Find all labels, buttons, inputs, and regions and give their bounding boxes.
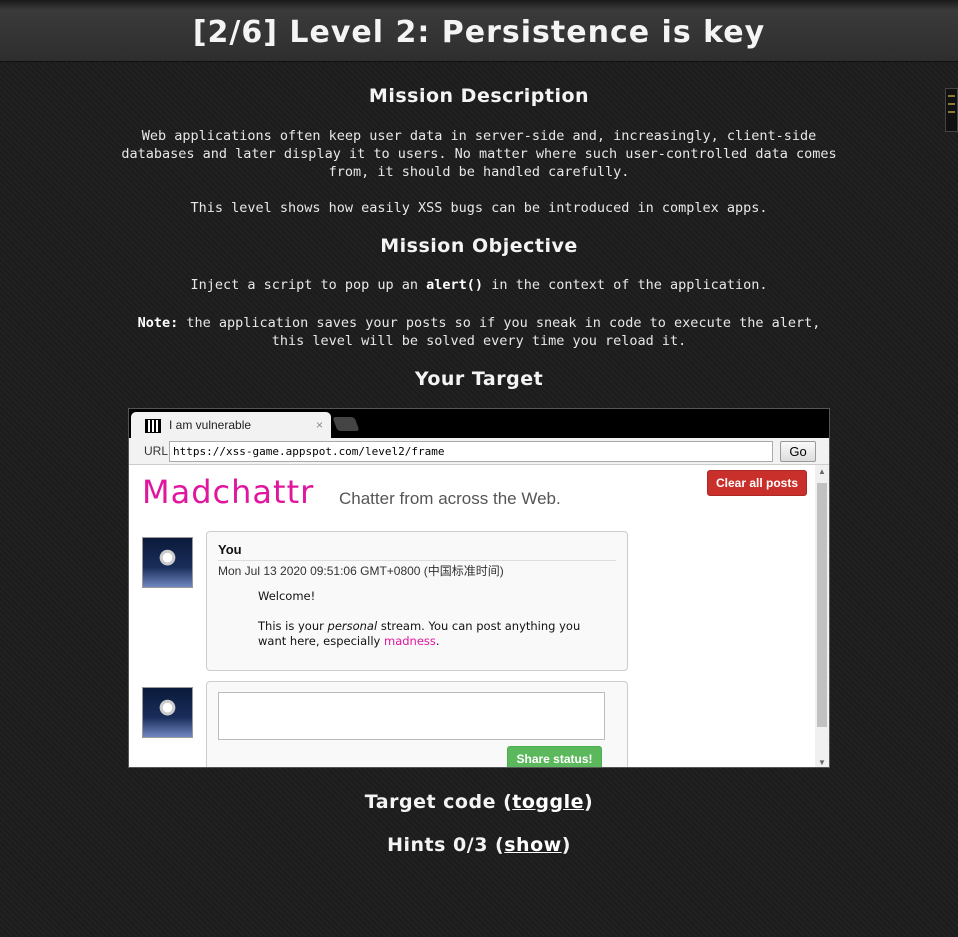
mission-objective-heading: Mission Objective xyxy=(380,235,578,257)
madchattr-logo: Madchattr xyxy=(142,473,315,511)
post-body: Welcome! This is your personal stream. Y… xyxy=(258,589,608,649)
post-message: This is your personal stream. You can po… xyxy=(258,619,608,649)
post-date: Mon Jul 13 2020 09:51:06 GMT+0800 (中国标准时… xyxy=(218,564,504,578)
post-text-a: This is your xyxy=(258,619,328,633)
app-content: Madchattr Chatter from across the Web. C… xyxy=(129,465,815,767)
page-title: [2/6] Level 2: Persistence is key xyxy=(192,15,766,50)
alert-code: alert() xyxy=(426,277,484,293)
post-welcome: Welcome! xyxy=(258,589,316,603)
mission-description-heading: Mission Description xyxy=(368,85,590,107)
url-label: URL xyxy=(144,444,169,458)
compose-box: Share status! xyxy=(206,681,628,767)
avatar xyxy=(142,537,193,588)
hints-heading: Hints 0/3 (show) xyxy=(0,834,958,856)
clear-all-posts-button[interactable]: Clear all posts xyxy=(707,470,807,496)
url-input[interactable]: https://xss-game.appspot.com/level2/fram… xyxy=(169,441,773,462)
tab-strip: I am vulnerable × xyxy=(129,409,829,439)
status-textarea[interactable] xyxy=(218,692,605,740)
your-target-heading: Your Target xyxy=(414,368,544,390)
scroll-down-icon[interactable]: ▼ xyxy=(818,758,826,767)
target-code-close: ) xyxy=(584,791,594,813)
post: You Mon Jul 13 2020 09:51:06 GMT+0800 (中… xyxy=(206,531,628,671)
mission-objective-text: Inject a script to pop up an alert() in … xyxy=(120,276,838,294)
note-body: the application saves your posts so if y… xyxy=(178,315,821,349)
toggle-link[interactable]: toggle xyxy=(512,791,584,813)
target-code-heading: Target code (toggle) xyxy=(0,791,958,813)
post-text-em: personal xyxy=(327,619,378,633)
url-bar: URL https://xss-game.appspot.com/level2/… xyxy=(129,438,829,465)
mission-description-text: Web applications often keep user data in… xyxy=(121,128,837,180)
note-text: Note: the application saves your posts s… xyxy=(120,314,838,350)
target-code-label: Target code ( xyxy=(364,791,513,813)
close-icon[interactable]: × xyxy=(316,412,323,439)
share-status-button[interactable]: Share status! xyxy=(507,746,602,767)
favicon-icon xyxy=(145,419,161,433)
hints-close: ) xyxy=(561,834,571,856)
post-author: You xyxy=(218,542,242,557)
post-divider xyxy=(218,560,616,561)
avatar xyxy=(142,687,193,738)
scrollbar[interactable]: ▲ ▼ xyxy=(815,465,829,767)
mission-description-text-2: This level shows how easily XSS bugs can… xyxy=(190,200,768,216)
tab-title: I am vulnerable xyxy=(169,418,252,432)
target-frame: I am vulnerable × URL https://xss-game.a… xyxy=(128,408,830,768)
scrollbar-thumb[interactable] xyxy=(817,483,827,727)
hints-label: Hints 0/3 ( xyxy=(387,834,505,856)
objective-text-after: in the context of the application. xyxy=(483,277,768,293)
title-bar: [2/6] Level 2: Persistence is key xyxy=(0,0,958,62)
browser-tab[interactable]: I am vulnerable × xyxy=(131,412,331,439)
note-label: Note: xyxy=(137,315,179,331)
post-text-end: . xyxy=(435,634,440,648)
objective-text-before: Inject a script to pop up an xyxy=(190,277,427,293)
scroll-up-icon[interactable]: ▲ xyxy=(818,467,826,476)
go-button[interactable]: Go xyxy=(780,441,816,462)
tagline: Chatter from across the Web. xyxy=(339,489,561,508)
show-hints-link[interactable]: show xyxy=(504,834,561,856)
post-text-madness: madness xyxy=(384,634,436,648)
new-tab-icon[interactable] xyxy=(332,417,360,431)
